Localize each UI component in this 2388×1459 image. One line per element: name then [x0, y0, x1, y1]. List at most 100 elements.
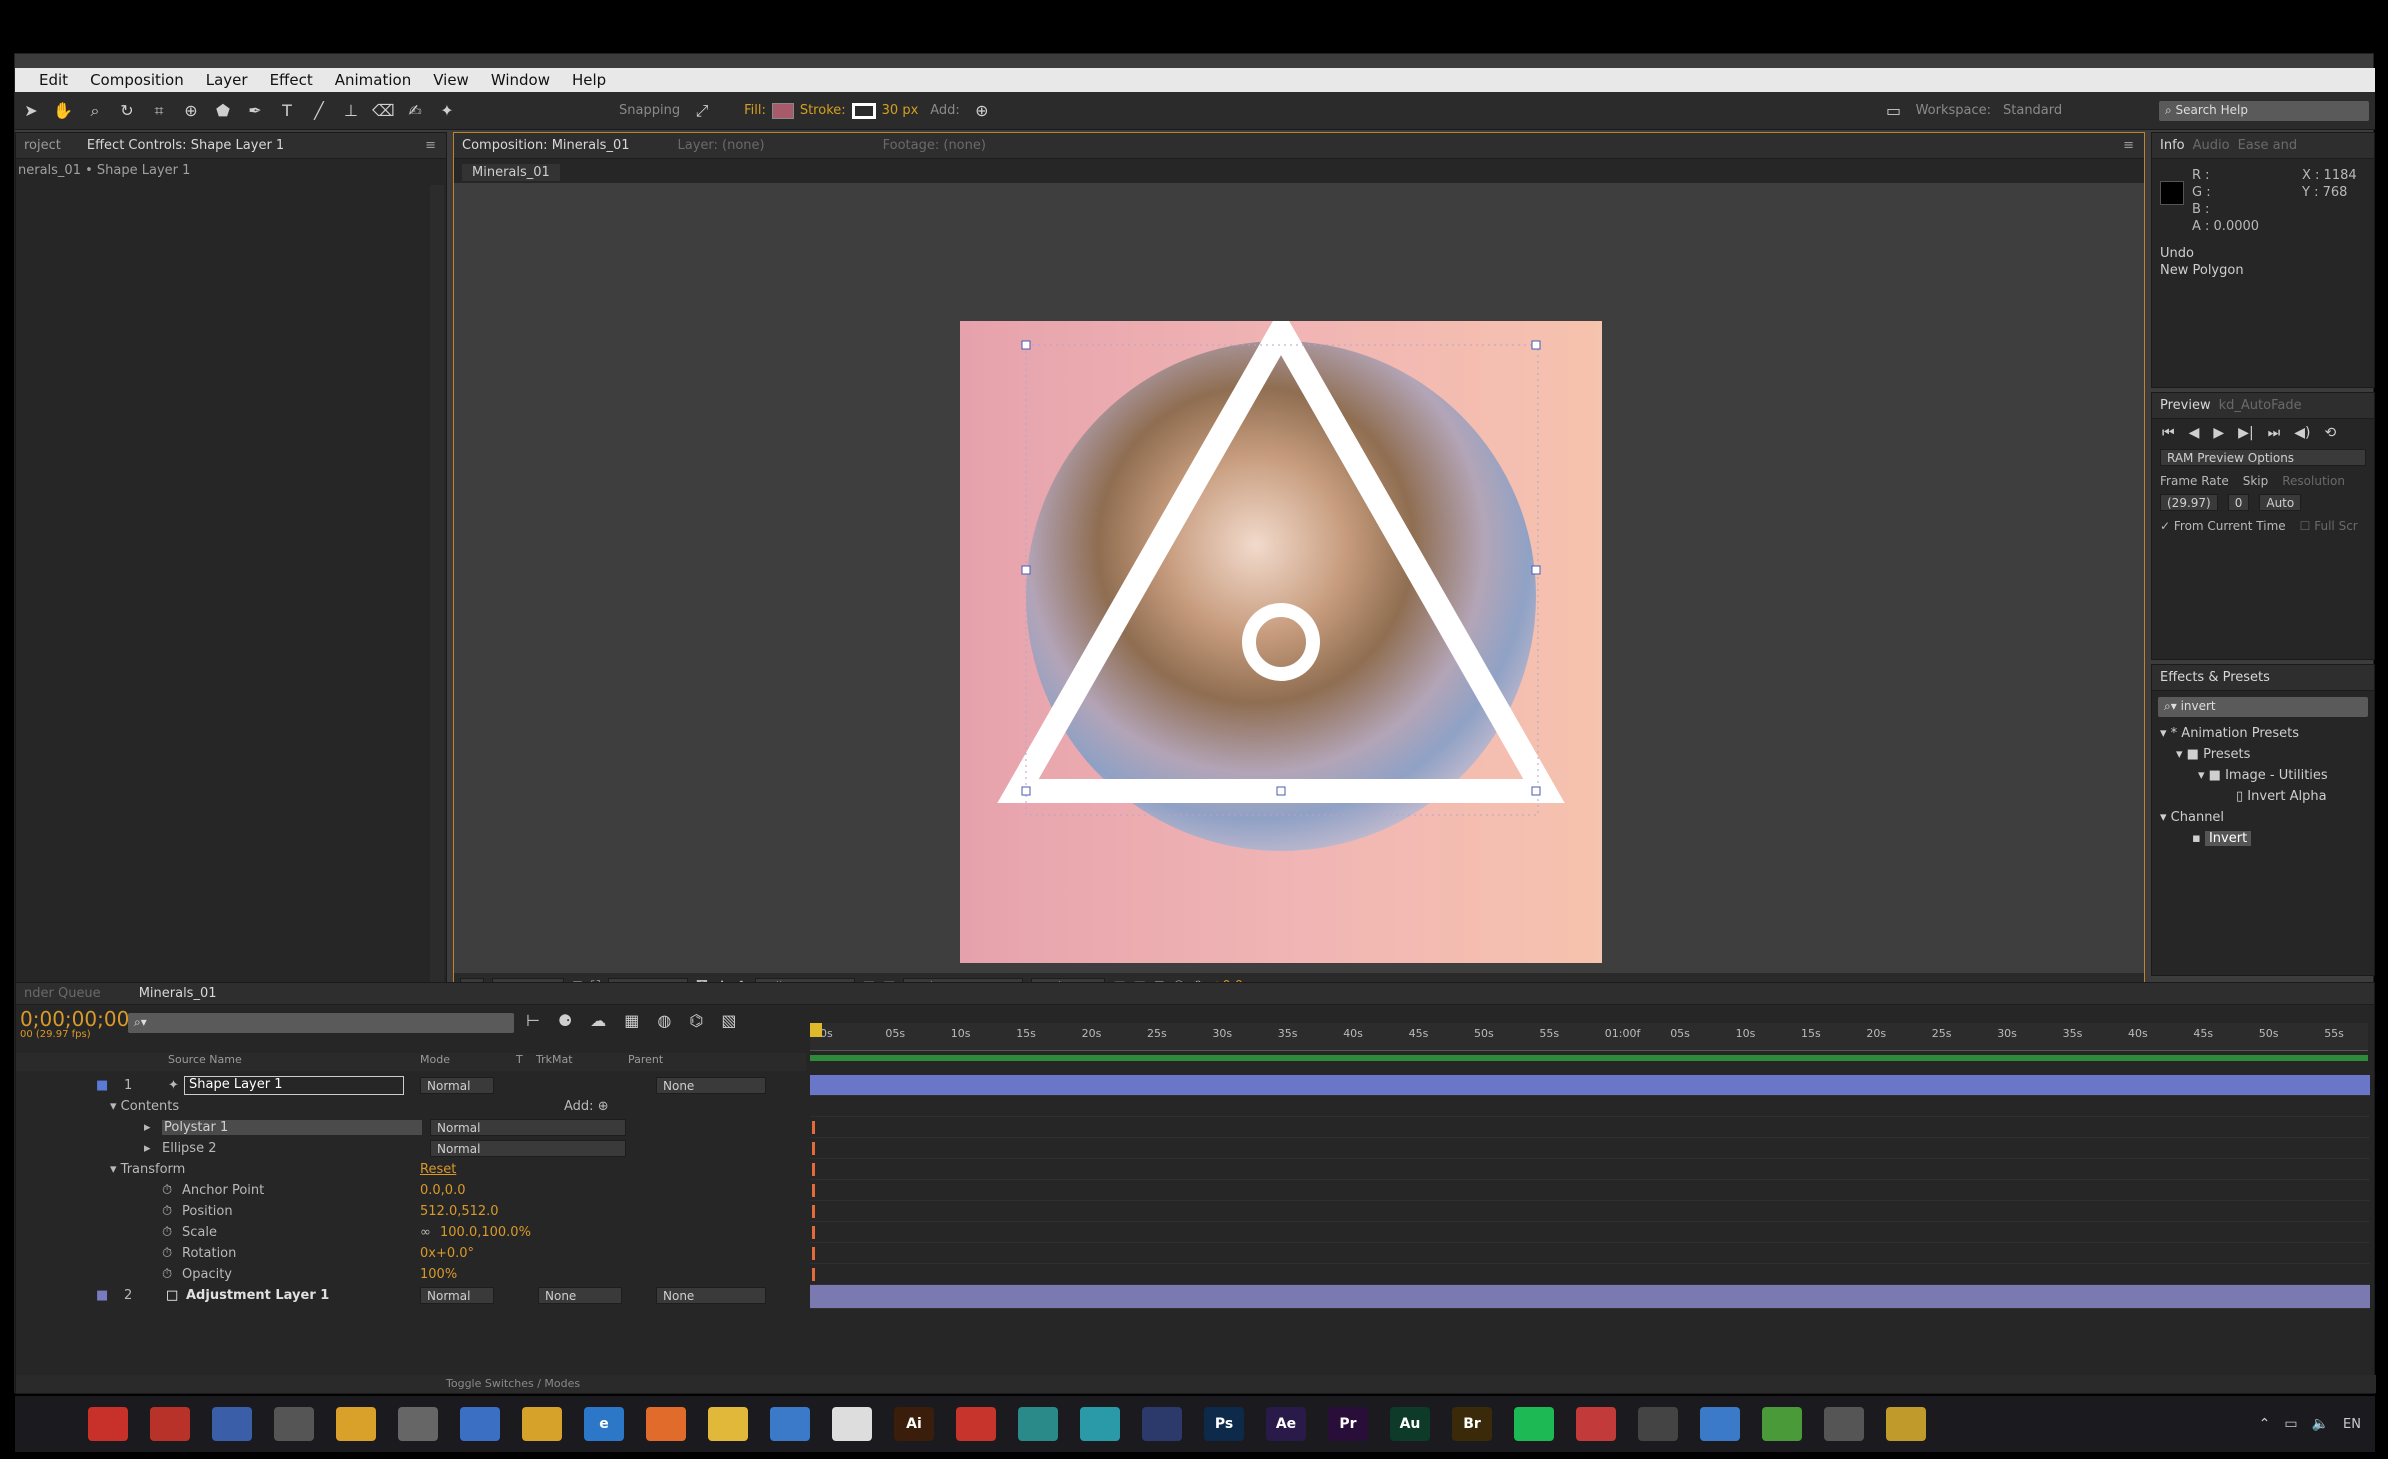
stroke-label[interactable]: Stroke:: [800, 103, 846, 118]
tab-render-queue[interactable]: nder Queue: [24, 986, 101, 1001]
first-frame-icon[interactable]: ⏮: [2162, 425, 2175, 441]
puppet-tool-icon[interactable]: ✦: [436, 100, 458, 122]
tray-network-icon[interactable]: ▭: [2284, 1416, 2297, 1432]
tab-project[interactable]: roject: [24, 138, 61, 153]
transform-row[interactable]: ▾ Transform Reset: [16, 1159, 806, 1180]
time-ruler[interactable]: 0s 05s 10s 15s 20s 25s 30s 35s 40s 45s 50s 55s 01:00…: [810, 1023, 2368, 1051]
fill-swatch[interactable]: [771, 102, 794, 119]
layer-name-field[interactable]: Shape Layer 1: [184, 1076, 404, 1095]
stroke-width[interactable]: 30 px: [882, 103, 919, 118]
track-shape-layer-1[interactable]: [810, 1075, 2370, 1096]
tab-effects-presets[interactable]: Effects & Presets: [2160, 670, 2270, 685]
app-icon[interactable]: [336, 1407, 376, 1441]
bbox-handle[interactable]: [1021, 786, 1031, 796]
header-t[interactable]: T: [516, 1053, 523, 1066]
eraser-tool-icon[interactable]: ⌫: [372, 100, 395, 122]
header-trkmat[interactable]: TrkMat: [536, 1053, 573, 1066]
polystar-row[interactable]: ▸ Polystar 1 Normal: [16, 1117, 806, 1138]
app4-icon[interactable]: [770, 1407, 810, 1441]
media-icon[interactable]: [274, 1407, 314, 1441]
tree-presets[interactable]: ▾ ■ Presets: [2160, 744, 2374, 765]
tray-language[interactable]: EN: [2343, 1417, 2361, 1432]
photoshop-icon[interactable]: Ps: [1204, 1407, 1244, 1441]
draft-3d-icon[interactable]: ⚈: [558, 1011, 572, 1030]
bbox-handle[interactable]: [1021, 565, 1031, 575]
play-icon[interactable]: ▶: [2213, 425, 2224, 441]
layer-mode-select[interactable]: Normal: [420, 1077, 494, 1094]
header-source-name[interactable]: Source Name: [168, 1053, 242, 1066]
tree-invert[interactable]: ▪ Invert: [2160, 828, 2374, 849]
tab-footage[interactable]: Footage: (none): [883, 138, 986, 153]
menu-item-animation[interactable]: Animation: [335, 71, 411, 89]
pen-tool-icon[interactable]: ✒: [244, 100, 266, 122]
illustrator-icon[interactable]: Ai: [894, 1407, 934, 1441]
frame-blending-icon[interactable]: ▦: [624, 1011, 639, 1030]
tree-invert-alpha[interactable]: ▯ Invert Alpha: [2160, 786, 2374, 807]
app2-icon[interactable]: [398, 1407, 438, 1441]
app6-icon[interactable]: [1080, 1407, 1120, 1441]
menu-item-layer[interactable]: Layer: [206, 71, 248, 89]
acrobat-icon[interactable]: [88, 1407, 128, 1441]
workspace-select[interactable]: Standard: [2003, 103, 2153, 118]
acrobat2-icon[interactable]: [956, 1407, 996, 1441]
chrome-icon[interactable]: [522, 1407, 562, 1441]
tab-info[interactable]: Info: [2160, 138, 2185, 153]
aftereffects-icon[interactable]: Ae: [1266, 1407, 1306, 1441]
tab-ease-and-wizz[interactable]: Ease and: [2238, 138, 2298, 153]
tree-channel[interactable]: ▾ Channel: [2160, 807, 2374, 828]
hand-tool-icon[interactable]: ✋: [52, 100, 74, 122]
folder-icon[interactable]: [708, 1407, 748, 1441]
tab-layer[interactable]: Layer: (none): [678, 138, 765, 153]
layer-mode-select[interactable]: Normal: [420, 1287, 494, 1304]
keyframe-marker[interactable]: [812, 1121, 815, 1134]
polystar-triangle[interactable]: [997, 321, 1565, 803]
stopwatch-icon[interactable]: ⏱: [162, 1183, 172, 1198]
tab-minerals-timeline[interactable]: Minerals_01: [139, 986, 217, 1001]
contents-row[interactable]: ▾ Contents Add: ⊕: [16, 1096, 806, 1117]
keyframe-marker[interactable]: [812, 1268, 815, 1281]
loop-icon[interactable]: ⟲: [2325, 425, 2337, 441]
live-update-icon[interactable]: ▧: [721, 1011, 736, 1030]
toggle-switches-modes-button[interactable]: Toggle Switches / Modes: [446, 1377, 580, 1390]
ram-preview-options-select[interactable]: RAM Preview Options: [2160, 449, 2366, 466]
header-mode[interactable]: Mode: [420, 1053, 450, 1066]
audio-icon[interactable]: ◀): [2294, 425, 2310, 441]
polystar-name[interactable]: Polystar 1: [162, 1120, 422, 1135]
keyframe-marker[interactable]: [812, 1184, 815, 1197]
polystar-mode-select[interactable]: Normal: [430, 1119, 626, 1136]
anchor-point-value[interactable]: 0.0,0.0: [420, 1183, 465, 1198]
comp-mini-flowchart-icon[interactable]: ⊢: [526, 1011, 540, 1030]
app8-icon[interactable]: [1700, 1407, 1740, 1441]
resolution-field[interactable]: Auto: [2259, 494, 2302, 511]
layer-parent-select[interactable]: None: [656, 1287, 766, 1304]
stopwatch-icon[interactable]: ⏱: [162, 1246, 172, 1261]
snapping-label[interactable]: Snapping: [619, 103, 680, 118]
inkscape-icon[interactable]: [832, 1407, 872, 1441]
stopwatch-icon[interactable]: ⏱: [162, 1225, 172, 1240]
app3-icon[interactable]: [460, 1407, 500, 1441]
roto-brush-tool-icon[interactable]: ✍: [404, 100, 426, 122]
reset-link[interactable]: Reset: [420, 1162, 456, 1177]
trkmat-select[interactable]: None: [538, 1287, 622, 1304]
clone-stamp-tool-icon[interactable]: ⊥: [340, 100, 362, 122]
shape-tool-icon[interactable]: ⬟: [212, 100, 234, 122]
menu-item-window[interactable]: Window: [491, 71, 550, 89]
stroke-swatch[interactable]: [851, 102, 876, 119]
menu-item-edit[interactable]: Edit: [39, 71, 68, 89]
from-current-time-checkbox[interactable]: ✓ From Current Time: [2160, 519, 2286, 533]
ellipse-name[interactable]: Ellipse 2: [162, 1141, 216, 1156]
ellipse-ring[interactable]: [1242, 603, 1320, 681]
stopwatch-icon[interactable]: ⏱: [162, 1267, 172, 1282]
tree-image-utilities[interactable]: ▾ ■ Image - Utilities: [2160, 765, 2374, 786]
app9-icon[interactable]: [1762, 1407, 1802, 1441]
tab-effect-controls[interactable]: Effect Controls: Shape Layer 1: [87, 138, 284, 153]
frame-rate-field[interactable]: (29.97): [2160, 494, 2218, 511]
menu-item-view[interactable]: View: [433, 71, 469, 89]
maps-icon[interactable]: [1638, 1407, 1678, 1441]
ellipse-row[interactable]: ▸ Ellipse 2 Normal: [16, 1138, 806, 1159]
effect-controls-scrollbar[interactable]: [430, 185, 444, 985]
bridge-icon[interactable]: Br: [1452, 1407, 1492, 1441]
keyframe-marker[interactable]: [812, 1226, 815, 1239]
brush-tool-icon[interactable]: ╱: [308, 100, 330, 122]
firefox-icon[interactable]: [646, 1407, 686, 1441]
